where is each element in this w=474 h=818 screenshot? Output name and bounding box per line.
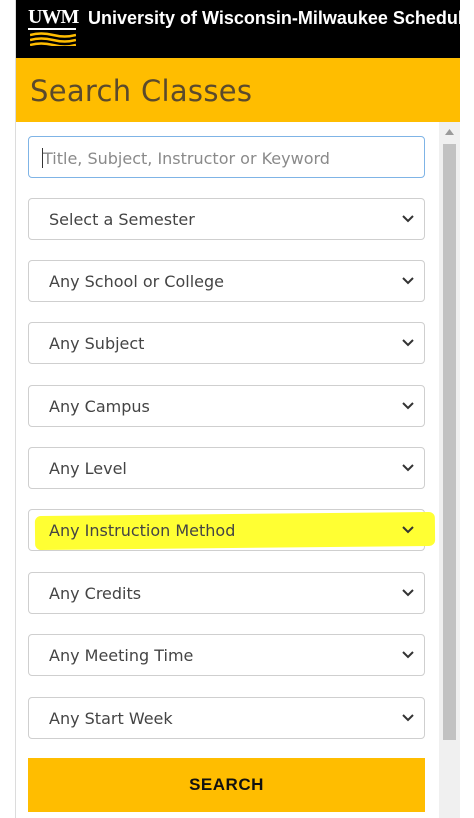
top-bar: UWM University of Wisconsin-Milwaukee Sc… <box>16 0 460 58</box>
school-college-select-value: Any School or College <box>49 272 224 291</box>
search-placeholder: Title, Subject, Instructor or Keyword <box>43 149 330 168</box>
logo-underline <box>28 28 76 30</box>
scrollbar-thumb[interactable] <box>443 144 456 740</box>
level-select[interactable]: Any Level <box>28 447 425 489</box>
logo-text: UWM <box>28 6 79 28</box>
campus-select-value: Any Campus <box>49 397 150 416</box>
school-college-select[interactable]: Any School or College <box>28 260 425 302</box>
semester-select-value: Select a Semester <box>49 210 195 229</box>
chevron-down-icon <box>402 526 414 534</box>
chevron-down-icon <box>402 215 414 223</box>
logo-waves-icon <box>30 32 76 46</box>
campus-select[interactable]: Any Campus <box>28 385 425 427</box>
vertical-scrollbar[interactable] <box>439 122 460 818</box>
chevron-down-icon <box>402 402 414 410</box>
credits-select-value: Any Credits <box>49 584 142 603</box>
instruction-method-select[interactable]: Any Instruction Method <box>28 509 436 551</box>
subject-select-value: Any Subject <box>49 334 145 353</box>
semester-select[interactable]: Select a Semester <box>28 198 425 240</box>
start-week-select[interactable]: Any Start Week <box>28 697 425 739</box>
start-week-select-value: Any Start Week <box>49 709 173 728</box>
page-title: Search Classes <box>30 74 253 108</box>
search-form: Title, Subject, Instructor or Keyword Se… <box>16 122 460 818</box>
instruction-method-select-value: Any Instruction Method <box>49 521 236 540</box>
chevron-down-icon <box>402 339 414 347</box>
search-button[interactable]: SEARCH <box>28 758 425 812</box>
chevron-down-icon <box>402 277 414 285</box>
credits-select[interactable]: Any Credits <box>28 572 425 614</box>
chevron-down-icon <box>402 589 414 597</box>
app-frame: UWM University of Wisconsin-Milwaukee Sc… <box>15 0 460 818</box>
subject-select[interactable]: Any Subject <box>28 322 425 364</box>
page-header: Search Classes <box>16 58 460 122</box>
chevron-down-icon <box>402 651 414 659</box>
meeting-time-select-value: Any Meeting Time <box>49 646 194 665</box>
scroll-up-arrow-icon[interactable] <box>439 122 460 142</box>
level-select-value: Any Level <box>49 459 127 478</box>
app-title: University of Wisconsin-Milwaukee Schedu… <box>88 8 460 28</box>
meeting-time-select[interactable]: Any Meeting Time <box>28 634 425 676</box>
search-input[interactable]: Title, Subject, Instructor or Keyword <box>28 136 425 178</box>
uwm-logo[interactable]: UWM <box>28 6 79 46</box>
chevron-down-icon <box>402 714 414 722</box>
chevron-down-icon <box>402 464 414 472</box>
